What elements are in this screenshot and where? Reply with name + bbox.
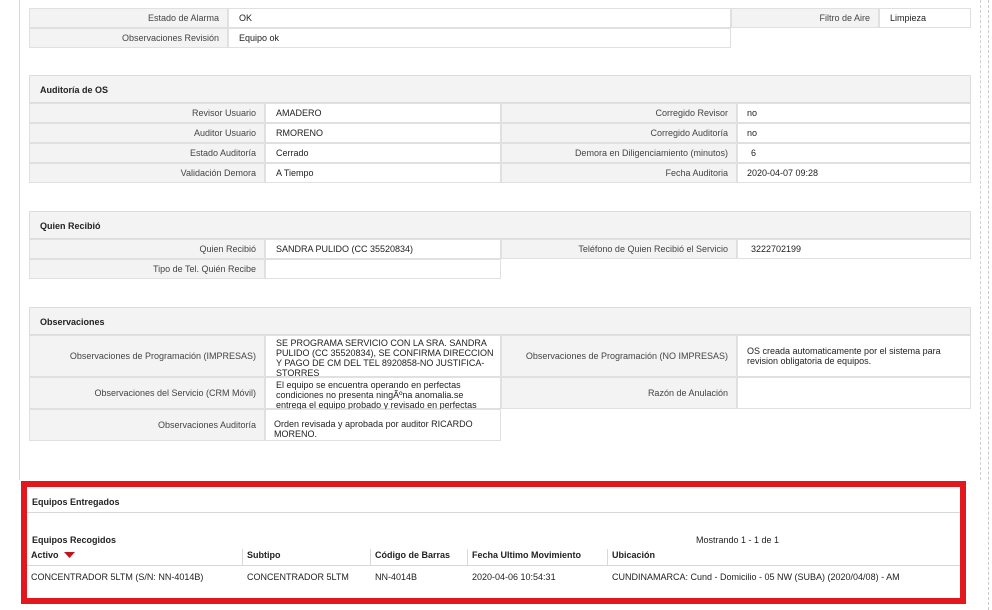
tipo-tel-value (265, 259, 501, 279)
servicio-value: El equipo se encuentra operando en perfe… (265, 377, 501, 420)
prog-no-impresas-value: OS creada automaticamente por el sistema… (737, 335, 971, 377)
col-codigo-header[interactable]: Código de Barras (375, 550, 450, 560)
revisor-usuario-row: Revisor Usuario AMADERO (29, 103, 501, 123)
servicio-row: Observaciones del Servicio (CRM Móvil) E… (29, 377, 501, 420)
col-divider (242, 549, 243, 566)
col-divider (370, 549, 371, 566)
prog-no-impresas-label: Observaciones de Programación (NO IMPRES… (501, 335, 737, 377)
quien-recibio-label: Quien Recibió (29, 239, 265, 259)
entregados-divider (27, 512, 960, 513)
estado-alarma-row: Estado de Alarma OK (29, 8, 731, 28)
col-activo-label[interactable]: Activo (31, 550, 59, 560)
auditor-usuario-value: RMORENO (265, 123, 501, 143)
row-ubicacion-cell: CUNDINAMARCA: Cund - Domicilio - 05 NW (… (612, 572, 900, 582)
tipo-tel-row: Tipo de Tel. Quién Recibe (29, 259, 501, 279)
telefono-label: Teléfono de Quien Recibió el Servicio (501, 239, 737, 259)
anulacion-value (737, 377, 971, 409)
sort-desc-icon[interactable] (64, 552, 76, 559)
col-subtipo-header[interactable]: Subtipo (247, 550, 281, 560)
obs-auditoria-value: Orden revisada y aprobada por auditor RI… (265, 409, 501, 441)
row-subtipo-cell: CONCENTRADOR 5LTM (247, 572, 349, 582)
row-codigo-cell: NN-4014B (375, 572, 418, 582)
obs-auditoria-row: Observaciones Auditoría Orden revisada y… (29, 409, 501, 441)
corregido-revisor-label: Corregido Revisor (501, 103, 737, 123)
page-edge-line (988, 0, 989, 610)
telefono-value: 3222702199 (737, 239, 971, 259)
servicio-label: Observaciones del Servicio (CRM Móvil) (29, 377, 265, 409)
validacion-label: Validación Demora (29, 163, 265, 183)
telefono-row: Teléfono de Quien Recibió el Servicio 32… (501, 239, 971, 259)
obs-auditoria-label: Observaciones Auditoría (29, 409, 265, 441)
row-fecha-cell: 2020-04-06 10:54:31 (472, 572, 556, 582)
demora-row: Demora en Diligenciamiento (minutos) 6 (501, 143, 971, 163)
corregido-auditoria-label: Corregido Auditoría (501, 123, 737, 143)
revisor-usuario-value: AMADERO (265, 103, 501, 123)
corregido-revisor-value: no (737, 103, 971, 123)
estado-alarma-label: Estado de Alarma (29, 8, 228, 28)
tipo-tel-label: Tipo de Tel. Quién Recibe (29, 259, 265, 279)
col-ubicacion-header[interactable]: Ubicación (612, 550, 655, 560)
filtro-aire-label: Filtro de Aire (731, 8, 879, 28)
anulacion-row: Razón de Anulación (501, 377, 971, 409)
section-observaciones-title: Observaciones (29, 307, 971, 335)
quien-recibio-value: SANDRA PULIDO (CC 35520834) (265, 239, 501, 259)
equipos-entregados-title: Equipos Entregados (32, 497, 120, 507)
col-divider (467, 549, 468, 566)
auditor-usuario-row: Auditor Usuario RMORENO (29, 123, 501, 143)
estado-auditoria-row: Estado Auditoría Cerrado (29, 143, 501, 163)
revisor-usuario-label: Revisor Usuario (29, 103, 265, 123)
estado-auditoria-value: Cerrado (265, 143, 501, 163)
equipos-highlight-box (21, 481, 966, 604)
section-auditoria-title: Auditoría de OS (29, 75, 971, 103)
fecha-auditoria-label: Fecha Auditoria (501, 163, 737, 183)
quien-recibio-row: Quien Recibió SANDRA PULIDO (CC 35520834… (29, 239, 501, 259)
corregido-auditoria-value: no (737, 123, 971, 143)
fecha-auditoria-value: 2020-04-07 09:28 (737, 163, 971, 183)
demora-value: 6 (737, 143, 971, 163)
prog-impresas-value: SE PROGRAMA SERVICIO CON LA SRA. SANDRA … (265, 335, 501, 378)
validacion-value: A Tiempo (265, 163, 501, 183)
fecha-auditoria-row: Fecha Auditoria 2020-04-07 09:28 (501, 163, 971, 183)
auditor-usuario-label: Auditor Usuario (29, 123, 265, 143)
filtro-aire-value: Limpieza (879, 8, 971, 28)
section-quien-recibio-title: Quien Recibió (29, 211, 971, 239)
pagination-info: Mostrando 1 - 1 de 1 (696, 535, 780, 545)
estado-alarma-value: OK (228, 8, 731, 28)
obs-revision-value: Equipo ok (228, 28, 731, 48)
validacion-row: Validación Demora A Tiempo (29, 163, 501, 183)
estado-auditoria-label: Estado Auditoría (29, 143, 265, 163)
obs-revision-label: Observaciones Revisión (29, 28, 228, 48)
obs-revision-row: Observaciones Revisión Equipo ok (29, 28, 731, 48)
corregido-revisor-row: Corregido Revisor no (501, 103, 971, 123)
prog-impresas-label: Observaciones de Programación (IMPRESAS) (29, 335, 265, 377)
corregido-auditoria-row: Corregido Auditoría no (501, 123, 971, 143)
prog-impresas-row: Observaciones de Programación (IMPRESAS)… (29, 335, 501, 378)
anulacion-label: Razón de Anulación (501, 377, 737, 409)
row-activo-cell[interactable]: CONCENTRADOR 5LTM (S/N: NN-4014B) (31, 572, 203, 582)
filtro-aire-row: Filtro de Aire Limpieza (731, 8, 971, 28)
prog-no-impresas-row: Observaciones de Programación (NO IMPRES… (501, 335, 971, 377)
col-activo-header[interactable]: Activo (31, 550, 76, 560)
col-divider (607, 549, 608, 566)
demora-label: Demora en Diligenciamiento (minutos) (501, 143, 737, 163)
col-fecha-header[interactable]: Fecha Ultimo Movimiento (472, 550, 581, 560)
equipos-recogidos-title: Equipos Recogidos (32, 535, 117, 545)
